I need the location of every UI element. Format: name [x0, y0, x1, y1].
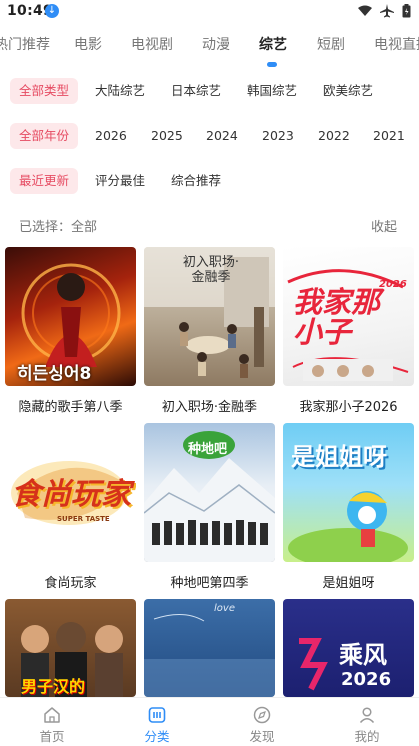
card-title: 种地吧第四季	[170, 576, 249, 591]
poster-text: 我家那小子	[293, 285, 381, 349]
filter-year-all[interactable]: 全部年份	[10, 123, 79, 149]
poster-image: love	[144, 599, 275, 697]
poster-image: 种地吧	[144, 423, 275, 562]
tab-tv-series[interactable]: 电视剧	[131, 34, 173, 54]
wifi-icon	[358, 5, 372, 16]
profile-icon	[359, 707, 375, 724]
nav-category-label: 分类	[144, 729, 170, 744]
poster-year: 2026	[341, 669, 392, 690]
nav-category[interactable]: 分类	[105, 698, 209, 746]
tab-live-tv[interactable]: 电视直播	[374, 34, 419, 54]
tab-anime[interactable]: 动漫	[202, 34, 230, 54]
content-card[interactable]: 初入职场·金融季 初入职场·金融季	[144, 247, 275, 415]
nav-profile[interactable]: 我的	[315, 698, 419, 746]
poster-image: 初入职场·金融季	[144, 247, 275, 386]
card-title: 初入职场·金融季	[161, 400, 258, 415]
filter-type-all[interactable]: 全部类型	[10, 78, 79, 104]
tab-short-drama[interactable]: 短剧	[317, 34, 345, 54]
filter-type-korea[interactable]: 韩国综艺	[247, 78, 297, 104]
poster-text: 是姐姐呀	[291, 443, 387, 471]
content-card[interactable]: love	[144, 599, 275, 697]
poster-image: 男子汉的	[5, 599, 136, 697]
selected-summary: 已选择：全部 收起	[0, 216, 419, 236]
bottom-navigation: 首页 分类 发现 我的	[0, 697, 419, 746]
tab-indicator	[267, 62, 277, 67]
battery-icon	[402, 4, 411, 18]
card-title: 我家那小子2026	[299, 400, 398, 415]
card-title: 隐藏的歌手第八季	[18, 400, 123, 415]
content-card[interactable]: 乘风 2026	[283, 599, 414, 697]
nav-home-label: 首页	[39, 729, 65, 744]
card-title: 是姐姐呀	[322, 576, 375, 591]
filter-type-japan[interactable]: 日本综艺	[171, 78, 221, 104]
poster-image: 食尚玩家 SUPER TASTE	[5, 423, 136, 562]
filter-type-row: 全部类型 大陆综艺 日本综艺 韩国综艺 欧美综艺	[0, 78, 419, 104]
filter-year-2022[interactable]: 2022	[318, 123, 350, 149]
filter-sort-row: 最近更新 评分最佳 综合推荐	[0, 168, 419, 194]
poster-text: 히든싱어8	[17, 364, 92, 384]
collapse-button[interactable]: 收起	[371, 216, 397, 235]
sort-recommended[interactable]: 综合推荐	[171, 168, 221, 194]
filter-year-2026[interactable]: 2026	[95, 123, 127, 149]
content-card[interactable]: 是姐姐呀 是姐姐呀	[283, 423, 414, 591]
nav-profile-label: 我的	[354, 729, 380, 744]
poster-text: 初入职场·金融季	[182, 255, 240, 285]
poster-image: 是姐姐呀	[283, 423, 414, 562]
status-bar: 10:49 ↓	[0, 0, 419, 26]
nav-discover[interactable]: 发现	[210, 698, 314, 746]
poster-text: 乘风	[339, 641, 387, 669]
nav-home[interactable]: 首页	[0, 698, 104, 746]
filter-year-2024[interactable]: 2024	[206, 123, 238, 149]
poster-text: 男子汉的	[21, 677, 86, 696]
poster-image: 乘风 2026	[283, 599, 414, 697]
poster-image: 我家那小子 2026	[283, 247, 414, 386]
content-card[interactable]: 食尚玩家 SUPER TASTE 食尚玩家	[5, 423, 136, 591]
poster-image: 히든싱어8	[5, 247, 136, 386]
content-card[interactable]: 我家那小子 2026 我家那小子2026	[283, 247, 414, 415]
filter-year-2023[interactable]: 2023	[262, 123, 294, 149]
poster-text: 种地吧	[188, 442, 228, 457]
card-title: 食尚玩家	[44, 576, 97, 591]
category-tabs: 热门推荐 电影 电视剧 动漫 综艺 短剧 电视直播	[0, 34, 419, 62]
home-icon	[44, 707, 60, 723]
category-icon	[148, 707, 166, 723]
poster-text: love	[214, 603, 235, 614]
tab-movie[interactable]: 电影	[74, 34, 102, 54]
sort-latest[interactable]: 最近更新	[10, 168, 79, 194]
nav-discover-label: 发现	[249, 729, 275, 744]
filter-type-mainland[interactable]: 大陆综艺	[95, 78, 145, 104]
filter-type-western[interactable]: 欧美综艺	[323, 78, 373, 104]
airplane-icon	[380, 4, 394, 18]
content-card[interactable]: 히든싱어8 隐藏的歌手第八季	[5, 247, 136, 415]
filter-year-2021[interactable]: 2021	[373, 123, 405, 149]
poster-subtext: SUPER TASTE	[57, 515, 110, 523]
filter-year-row: 全部年份 2026 2025 2024 2023 2022 2021	[0, 123, 419, 149]
discover-icon	[253, 706, 271, 724]
poster-text: 食尚玩家	[11, 477, 131, 512]
poster-year: 2026	[379, 279, 407, 290]
content-card[interactable]: 种地吧 种地吧第四季	[144, 423, 275, 591]
tab-recommended[interactable]: 热门推荐	[0, 34, 50, 54]
tab-variety[interactable]: 综艺	[259, 34, 287, 54]
filter-year-2025[interactable]: 2025	[151, 123, 183, 149]
content-card[interactable]: 男子汉的	[5, 599, 136, 697]
download-icon: ↓	[45, 4, 59, 18]
selected-label: 已选择：全部	[19, 220, 98, 235]
sort-top-rated[interactable]: 评分最佳	[95, 168, 145, 194]
